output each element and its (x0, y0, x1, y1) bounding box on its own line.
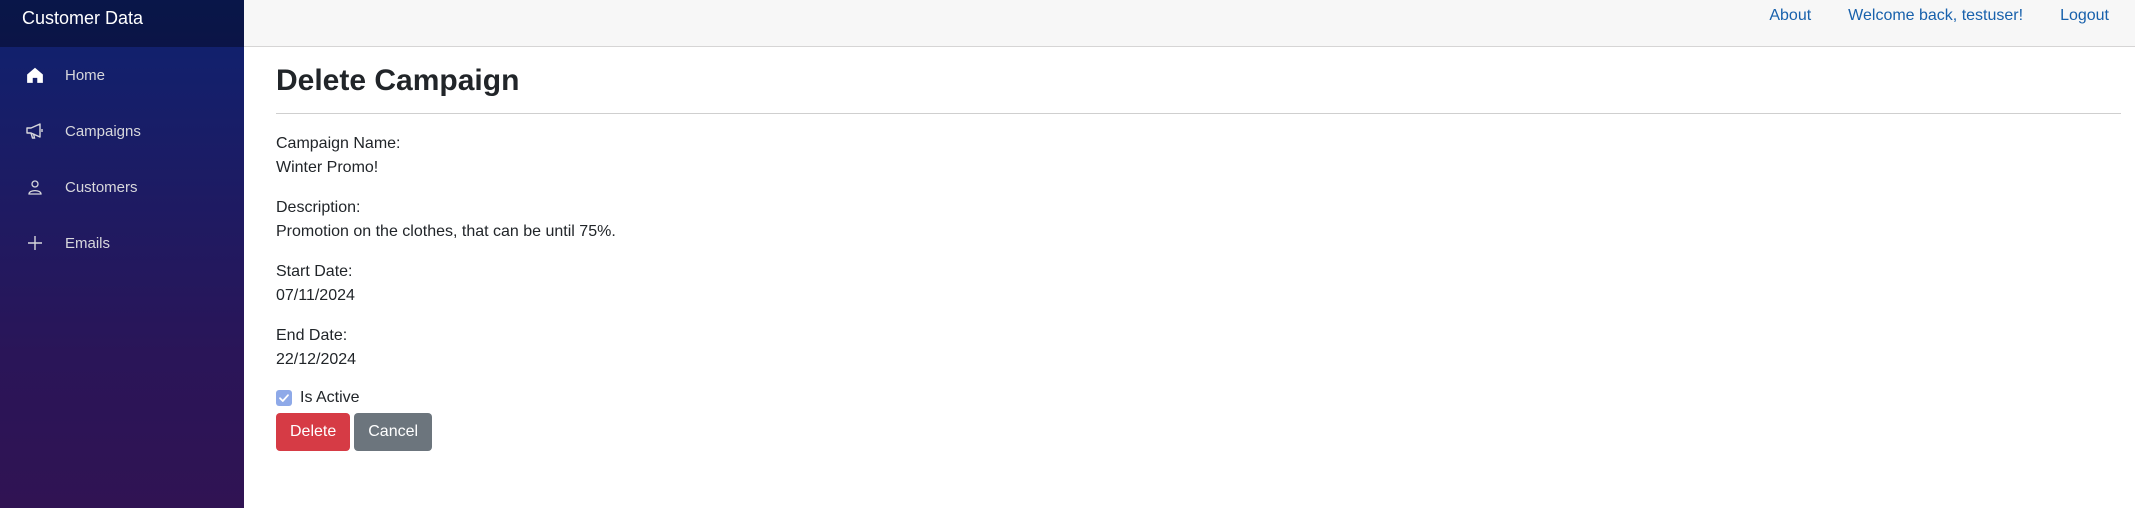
is-active-checkbox[interactable] (276, 390, 292, 406)
field-label: Description: (276, 199, 361, 216)
plus-icon (24, 232, 46, 254)
delete-button[interactable]: Delete (276, 413, 351, 451)
sidebar-item-label: Customers (65, 178, 138, 196)
title-divider (276, 113, 2121, 114)
sidebar: Customer Data Home Campaigns Customers E… (0, 0, 244, 508)
field-value: Winter Promo! (276, 159, 379, 176)
megaphone-icon (24, 120, 46, 142)
page-content: Delete Campaign Campaign Name: Winter Pr… (244, 47, 2135, 451)
top-bar: About Welcome back, testuser! Logout (244, 0, 2135, 47)
sidebar-item-home[interactable]: Home (0, 47, 244, 103)
field-label: End Date: (276, 327, 348, 344)
home-icon (24, 64, 46, 86)
sidebar-item-label: Home (65, 66, 106, 84)
app-root: Customer Data Home Campaigns Customers E… (0, 0, 2135, 508)
brand-bar: Customer Data (0, 0, 244, 47)
is-active-row: Is Active (276, 389, 2121, 407)
welcome-link[interactable]: Welcome back, testuser! (1848, 7, 2023, 25)
sidebar-item-label: Emails (65, 234, 111, 252)
field-value: 07/11/2024 (276, 287, 355, 304)
check-icon (279, 394, 289, 402)
sidebar-item-campaigns[interactable]: Campaigns (0, 103, 244, 159)
start-date-field: Start Date: 07/11/2024 (276, 260, 2121, 308)
page-title: Delete Campaign (276, 64, 520, 97)
sidebar-item-emails[interactable]: Emails (0, 215, 244, 271)
logout-link[interactable]: Logout (2060, 7, 2109, 25)
description-field: Description: Promotion on the clothes, t… (276, 196, 2121, 244)
field-label: Campaign Name: (276, 135, 401, 152)
sidebar-nav: Home Campaigns Customers Emails (0, 47, 244, 271)
action-buttons: Delete Cancel (276, 413, 2121, 451)
brand-link[interactable]: Customer Data (0, 0, 143, 29)
end-date-field: End Date: 22/12/2024 (276, 324, 2121, 372)
sidebar-item-label: Campaigns (65, 122, 141, 140)
cancel-button[interactable]: Cancel (354, 413, 433, 451)
campaign-name-field: Campaign Name: Winter Promo! (276, 132, 2121, 180)
field-value: 22/12/2024 (276, 351, 357, 368)
about-link[interactable]: About (1769, 7, 1811, 25)
main-area: About Welcome back, testuser! Logout Del… (244, 0, 2135, 508)
field-value: Promotion on the clothes, that can be un… (276, 223, 616, 240)
field-label: Start Date: (276, 263, 353, 280)
person-icon (24, 176, 46, 198)
is-active-label: Is Active (300, 389, 360, 406)
sidebar-item-customers[interactable]: Customers (0, 159, 244, 215)
